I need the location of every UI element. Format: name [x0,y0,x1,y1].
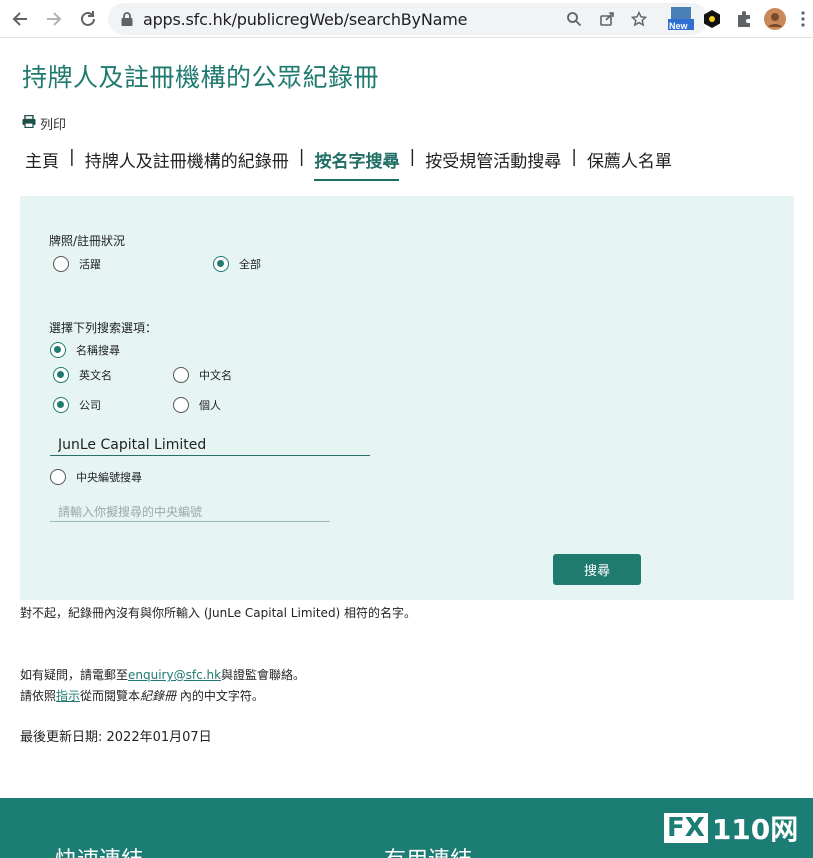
fx-logo-text: 110网 [711,813,799,846]
new-badge: New [669,21,688,31]
chinese-name-option[interactable]: 中文名 [173,367,232,383]
fx-logo-mark: FX [664,813,708,843]
print-label: 列印 [40,118,67,133]
enquiry-line: 如有疑問，請電郵至enquiry@sfc.hk與證監會聯絡。 [20,666,305,683]
individual-label: 個人 [199,399,221,412]
guide-suffix: 內的中文字符。 [176,689,264,703]
enquiry-email-link[interactable]: enquiry@sfc.hk [128,668,221,682]
tab-home[interactable]: 主頁 [25,147,59,179]
no-match-message: 對不起，紀錄冊內沒有與你所輸入 (JunLe Capital Limited) … [20,606,417,620]
status-active-radio[interactable] [53,256,69,272]
english-name-option[interactable]: 英文名 [53,367,112,383]
extension-badge-icon[interactable] [701,8,723,30]
lock-icon [120,11,134,27]
guide-middle: 從而閱覽本 [80,689,141,703]
address-bar[interactable]: apps.sfc.hk/publicregWeb/searchByName [108,3,708,35]
tab-separator: | [298,147,305,167]
status-all-option[interactable]: 全部 [213,256,261,272]
url-text[interactable]: apps.sfc.hk/publicregWeb/searchByName [143,10,467,29]
browser-toolbar: apps.sfc.hk/publicregWeb/searchByName Ne… [0,0,813,38]
status-all-radio[interactable] [213,256,229,272]
status-label: 牌照/註冊狀況 [49,234,126,248]
search-options-label: 選擇下列搜索選項： [49,321,158,335]
page-title: 持牌人及註冊機構的公眾紀錄冊 [22,63,380,92]
enquiry-suffix: 與證監會聯絡。 [221,668,306,682]
guide-line: 請依照指示從而閱覽本紀錄冊 內的中文字符。 [20,687,264,704]
search-button[interactable]: 搜尋 [553,554,641,585]
guide-italic: 紀錄冊 [140,689,177,703]
printer-icon [22,114,36,132]
chinese-name-label: 中文名 [199,369,232,382]
individual-option[interactable]: 個人 [173,397,221,413]
company-option[interactable]: 公司 [53,397,101,413]
ceref-search-label: 中央編號搜尋 [76,471,142,484]
chinese-name-radio[interactable] [173,367,189,383]
status-all-label: 全部 [239,258,261,271]
tab-sponsors[interactable]: 保薦人名單 [587,147,672,179]
name-search-option[interactable]: 名稱搜尋 [50,342,120,358]
tab-search-by-activity[interactable]: 按受規管活動搜尋 [425,147,561,179]
tab-navigation: 主頁 | 持牌人及註冊機構的紀錄冊 | 按名字搜尋 | 按受規管活動搜尋 | 保… [25,147,672,181]
ceref-input[interactable] [50,502,330,522]
company-label: 公司 [79,399,101,412]
fx110-logo: FX 110网 [664,808,798,848]
forward-arrow-icon[interactable] [42,7,66,31]
menu-dots-icon[interactable] [797,8,809,30]
company-radio[interactable] [53,397,69,413]
tab-search-by-name[interactable]: 按名字搜尋 [314,147,400,181]
search-form-panel: 牌照/註冊狀況 活躍 全部 選擇下列搜索選項： 名稱搜尋 英文名 中文名 公司 … [20,196,794,600]
ceref-search-option[interactable]: 中央編號搜尋 [50,469,142,485]
zoom-icon[interactable] [564,9,584,29]
print-link[interactable]: 列印 [22,114,66,133]
back-arrow-icon[interactable] [8,7,32,31]
name-search-label: 名稱搜尋 [76,344,120,357]
share-icon[interactable] [597,9,617,29]
name-search-radio[interactable] [50,342,66,358]
avatar[interactable] [764,8,786,30]
guide-prefix: 請依照 [20,689,57,703]
individual-radio[interactable] [173,397,189,413]
name-input[interactable] [50,434,370,456]
status-active-option[interactable]: 活躍 [53,256,101,272]
english-name-radio[interactable] [53,367,69,383]
english-name-label: 英文名 [79,369,112,382]
status-active-label: 活躍 [79,258,101,271]
tab-separator: | [409,147,416,167]
tab-separator: | [69,147,75,167]
reload-icon[interactable] [76,7,100,31]
enquiry-prefix: 如有疑問，請電郵至 [20,668,129,682]
star-icon[interactable] [629,9,649,29]
tab-register[interactable]: 持牌人及註冊機構的紀錄冊 [85,147,289,179]
guide-link[interactable]: 指示 [56,689,80,703]
ceref-search-radio[interactable] [50,469,66,485]
quick-links-heading: 快速連結 [55,842,143,858]
puzzle-icon[interactable] [733,8,755,30]
tab-separator: | [571,147,577,167]
last-updated: 最後更新日期: 2022年01月07日 [20,730,212,745]
useful-links-heading: 有用連結 [384,842,472,858]
extension-new-icon[interactable]: New [668,7,694,31]
